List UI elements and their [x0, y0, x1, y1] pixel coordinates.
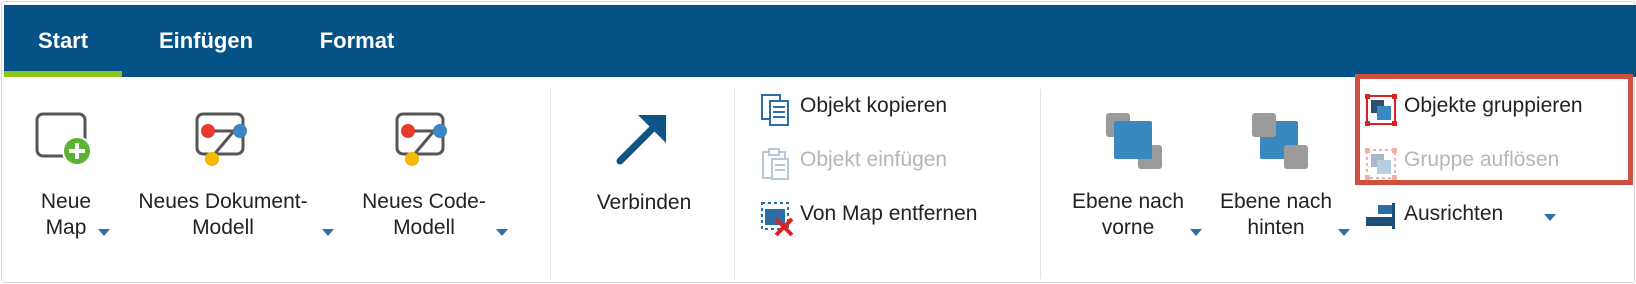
bring-forward-button[interactable]: Ebene nach vorne [1066, 77, 1208, 284]
send-backward-dropdown-icon[interactable] [1338, 229, 1350, 236]
highlight-annotation-box [1355, 74, 1633, 185]
bring-forward-dropdown-icon[interactable] [1190, 229, 1202, 236]
new-document-model-dropdown-icon[interactable] [322, 229, 334, 236]
copy-object-button[interactable]: Objekt kopieren [760, 87, 1010, 127]
arrow-up-right-icon [616, 115, 666, 165]
remove-from-map-label: Von Map entfernen [800, 202, 978, 225]
send-backward-label: Ebene nach hinten [1219, 190, 1333, 239]
ribbon-separator [734, 89, 735, 279]
tab-format[interactable]: Format [304, 5, 410, 77]
new-map-icon [35, 112, 92, 166]
tab-start[interactable]: Start [4, 5, 122, 77]
new-document-model-button[interactable]: Neues Dokument- Modell [130, 77, 342, 284]
tab-einfuegen[interactable]: Einfügen [142, 5, 270, 77]
align-label: Ausrichten [1404, 202, 1504, 225]
paste-object-button[interactable]: Objekt einfügen [760, 141, 1010, 181]
new-document-model-label: Neues Dokument- Modell [138, 190, 308, 239]
align-dropdown-icon[interactable] [1544, 214, 1556, 221]
new-map-button[interactable]: Neue Map [14, 77, 124, 284]
new-code-model-label: Neues Code- Modell [362, 190, 486, 239]
remove-from-map-button[interactable]: Von Map entfernen [760, 195, 1020, 237]
new-code-model-button[interactable]: Neues Code- Modell [354, 77, 530, 284]
align-icon [1366, 203, 1395, 229]
remove-from-map-icon [761, 202, 794, 237]
new-map-dropdown-icon[interactable] [98, 229, 110, 236]
copy-icon [761, 94, 789, 126]
send-backward-button[interactable]: Ebene nach hinten [1214, 77, 1354, 284]
ribbon-separator [1040, 89, 1041, 279]
paste-object-label: Objekt einfügen [800, 148, 948, 171]
copy-object-label: Objekt kopieren [800, 94, 948, 117]
ribbon-tab-bar: Start Einfügen Format [4, 5, 1636, 77]
send-backward-icon [1252, 113, 1308, 169]
paste-icon [762, 148, 789, 180]
bring-forward-icon [1106, 113, 1162, 169]
ribbon-toolbar: Neue Map Neues Dokument- Modell Neues Co… [4, 74, 1636, 284]
connect-button[interactable]: Verbinden [574, 77, 724, 284]
align-button[interactable]: Ausrichten [1364, 195, 1556, 235]
code-model-icon [395, 112, 447, 166]
bring-forward-label: Ebene nach vorne [1071, 190, 1185, 239]
new-code-model-dropdown-icon[interactable] [496, 229, 508, 236]
ribbon-separator [550, 89, 551, 279]
connect-label: Verbinden [596, 191, 692, 214]
document-model-icon [195, 112, 247, 166]
ribbon-window: Start Einfügen Format Neue Map Neues Dok… [1, 1, 1636, 284]
